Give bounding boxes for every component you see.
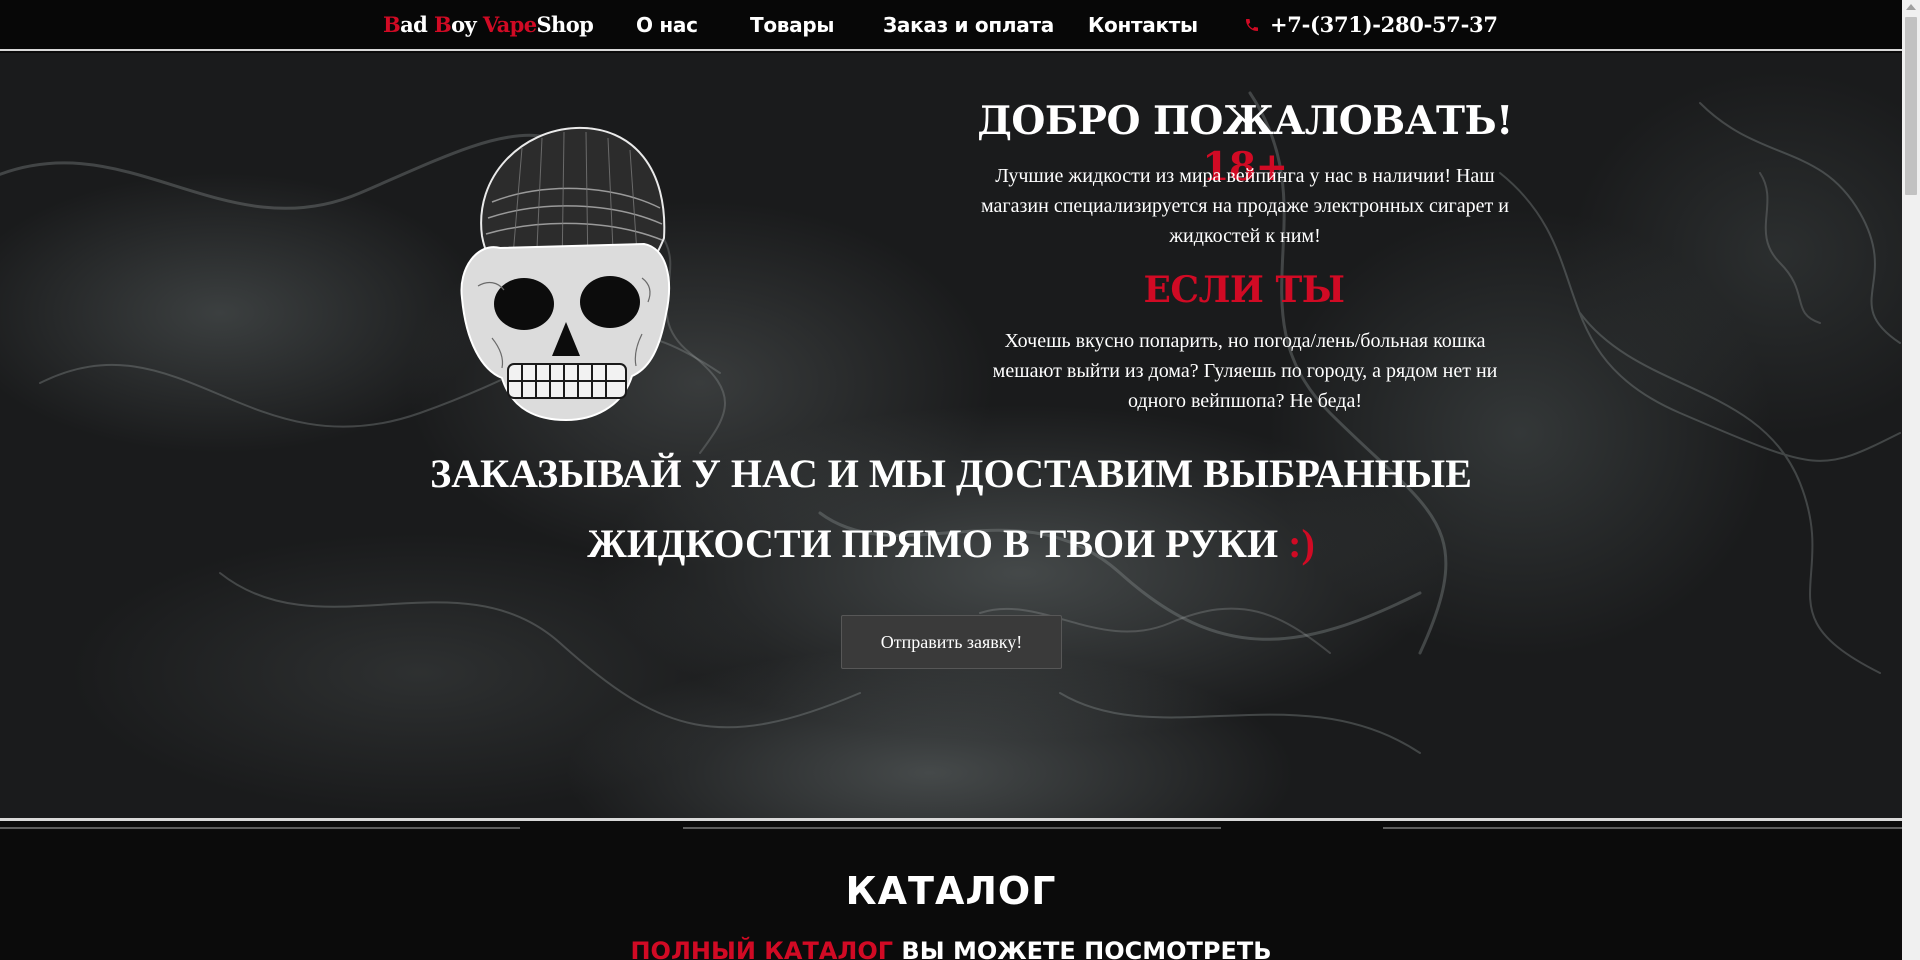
page-scrollbar[interactable] <box>1902 0 1920 960</box>
submit-request-button[interactable]: Отправить заявку! <box>841 615 1062 669</box>
logo-text-shop: Shop <box>536 12 594 37</box>
full-catalog-link[interactable]: ПОЛНЫЙ КАТАЛОГ <box>630 937 893 960</box>
if-you-heading: ЕСЛИ ТЫ <box>1143 269 1345 311</box>
cta-line-2: ЖИДКОСТИ ПРЯМО В ТВОИ РУКИ :) <box>380 509 1522 579</box>
divider-segment <box>0 827 520 829</box>
logo-letter-b2: B <box>433 12 452 37</box>
scroll-up-arrow-icon[interactable] <box>1906 4 1916 10</box>
welcome-text: ДОБРО ПОЖАЛОВАТЬ! <box>977 98 1513 144</box>
cta-smiley: :) <box>1288 521 1315 566</box>
logo-text-oy: oy <box>451 12 483 37</box>
cta-heading: ЗАКАЗЫВАЙ У НАС И МЫ ДОСТАВИМ ВЫБРАННЫЕ … <box>380 439 1522 579</box>
cta-line-2-text: ЖИДКОСТИ ПРЯМО В ТВОИ РУКИ <box>587 521 1279 566</box>
catalog-subheading: ПОЛНЫЙ КАТАЛОГ ВЫ МОЖЕТЕ ПОСМОТРЕТЬ <box>0 937 1902 960</box>
divider-segment <box>683 827 1221 829</box>
phone-number: +7-(371)-280-57-37 <box>1270 12 1498 37</box>
nav-link-products[interactable]: Товары <box>750 12 834 38</box>
divider-segment <box>1383 827 1902 829</box>
nav-link-about[interactable]: О нас <box>636 12 698 38</box>
phone-icon <box>1246 19 1258 31</box>
site-logo[interactable]: Bad Boy VapeShop <box>383 12 594 38</box>
intro-text: Лучшие жидкости из мира вейпинга у нас в… <box>981 165 1509 247</box>
scrollbar-thumb[interactable] <box>1905 17 1917 195</box>
nav-link-order-payment[interactable]: Заказ и оплата <box>883 12 1054 38</box>
hero-section: ДОБРО ПОЖАЛОВАТЬ! 18+ Лучшие жидкости из… <box>0 53 1902 818</box>
logo-letter-b: B <box>383 12 401 37</box>
catalog-heading: КАТАЛОГ <box>845 869 1057 913</box>
logo-text-ad: ad <box>400 12 434 37</box>
top-navigation-bar: Bad Boy VapeShop О нас Товары Заказ и оп… <box>0 0 1902 51</box>
skull-illustration <box>460 126 670 422</box>
if-you-text: Хочешь вкусно попарить, но погода/лень/б… <box>992 330 1498 412</box>
catalog-subheading-text: ВЫ МОЖЕТЕ ПОСМОТРЕТЬ <box>901 937 1272 960</box>
catalog-section: КАТАЛОГ ПОЛНЫЙ КАТАЛОГ ВЫ МОЖЕТЕ ПОСМОТР… <box>0 821 1902 960</box>
cta-line-1: ЗАКАЗЫВАЙ У НАС И МЫ ДОСТАВИМ ВЫБРАННЫЕ <box>430 451 1472 496</box>
nav-link-contacts[interactable]: Контакты <box>1088 12 1198 38</box>
logo-text-vape: Vape <box>482 12 537 37</box>
phone-link[interactable]: +7-(371)-280-57-37 <box>1244 12 1498 38</box>
